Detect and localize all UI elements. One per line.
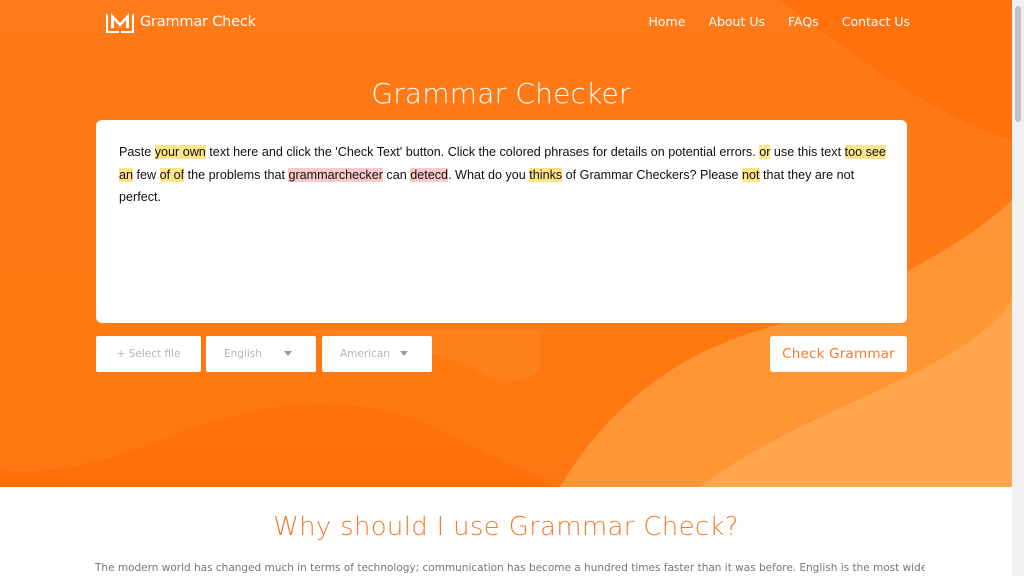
- select-file-button[interactable]: + Select file: [96, 336, 201, 372]
- editor-text-segment: few: [133, 167, 160, 182]
- nav-link-about-us[interactable]: About Us: [708, 14, 765, 29]
- error-highlight[interactable]: detecd: [410, 167, 449, 182]
- page-scrollbar[interactable]: [1012, 0, 1024, 576]
- suggestion-highlight[interactable]: too see: [844, 145, 886, 159]
- editor-text-segment: of Grammar Checkers? Please: [562, 167, 743, 182]
- nav-menu: Home About Us FAQs Contact Us: [625, 14, 910, 29]
- suggestion-highlight[interactable]: an: [119, 167, 134, 182]
- nav-link-faqs[interactable]: FAQs: [788, 14, 819, 29]
- logo-text: Grammar Check: [140, 14, 256, 30]
- suggestion-highlight[interactable]: thinks: [529, 167, 563, 182]
- error-highlight[interactable]: grammarchecker: [288, 167, 383, 182]
- why-heading: Why should I use Grammar Check?: [273, 512, 739, 542]
- text-editor[interactable]: Paste your own text here and click the '…: [96, 120, 907, 323]
- editor-text-segment: Paste: [119, 145, 155, 159]
- suggestion-highlight[interactable]: not: [742, 167, 760, 182]
- scrollbar-thumb[interactable]: [1015, 6, 1021, 122]
- chevron-down-icon: [400, 351, 408, 356]
- editor-text-segment: can: [382, 167, 411, 182]
- logo[interactable]: Grammar Check: [104, 8, 256, 36]
- editor-text-segment: use this text: [770, 145, 845, 159]
- suggestion-highlight[interactable]: of of: [159, 167, 185, 182]
- nav-link-contact-us[interactable]: Contact Us: [842, 14, 910, 29]
- page-title: Grammar Checker: [371, 77, 631, 110]
- dialect-select[interactable]: American: [322, 336, 432, 372]
- why-paragraph: The modern world has changed much in ter…: [95, 562, 925, 574]
- book-m-logo-icon: [106, 13, 134, 33]
- check-grammar-button[interactable]: Check Grammar: [770, 336, 907, 372]
- language-select[interactable]: English: [206, 336, 316, 372]
- editor-text[interactable]: Paste your own text here and click the '…: [119, 141, 889, 209]
- dialect-value: American: [340, 348, 390, 360]
- chevron-down-icon: [284, 351, 292, 356]
- editor-text-segment: the problems that: [184, 167, 289, 182]
- editor-text-segment: text here and click the 'Check Text' but…: [205, 145, 760, 159]
- select-file-label: + Select file: [116, 348, 181, 360]
- suggestion-highlight[interactable]: your own: [154, 145, 206, 159]
- hero-section: Grammar Check Home About Us FAQs Contact…: [0, 0, 1012, 487]
- nav-link-home[interactable]: Home: [648, 14, 685, 29]
- editor-text-segment: . What do you: [448, 167, 530, 182]
- language-value: English: [224, 348, 262, 360]
- top-nav: Grammar Check Home About Us FAQs Contact…: [0, 0, 1012, 44]
- suggestion-highlight[interactable]: or: [759, 145, 771, 159]
